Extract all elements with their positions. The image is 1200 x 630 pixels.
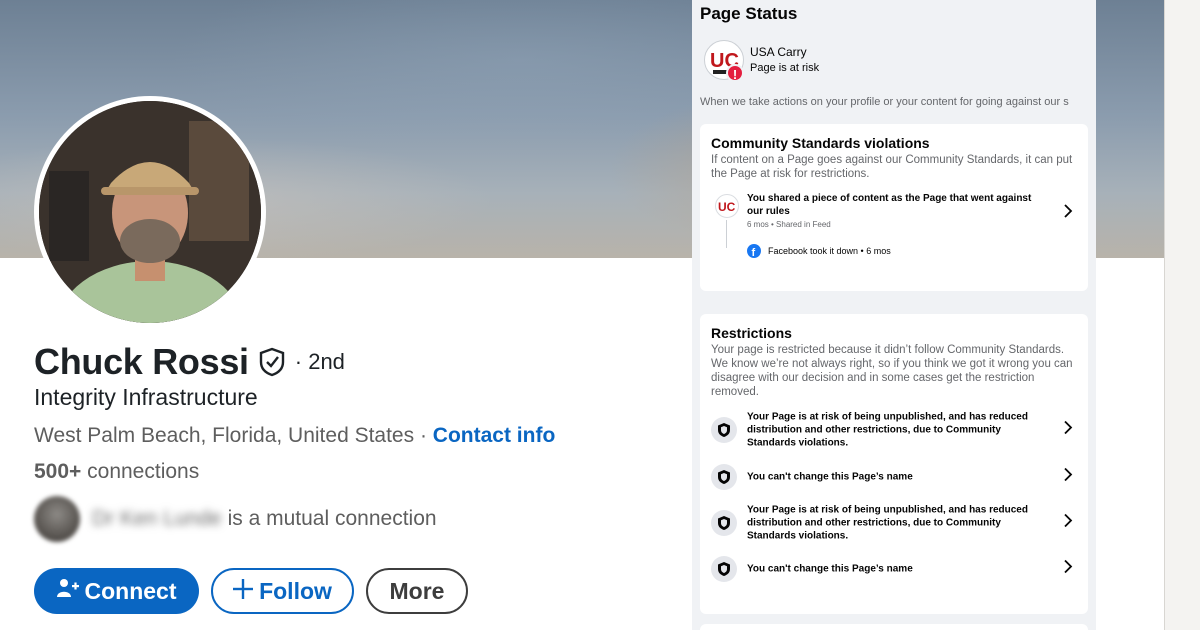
restrictions-title: Restrictions (711, 325, 792, 341)
next-card (700, 624, 1088, 630)
mutual-connection-text: is a mutual connection (227, 507, 437, 530)
restriction-item[interactable]: Your Page is at risk of being unpublishe… (711, 408, 1081, 452)
page-status-panel: Page Status UC ! USA Carry Page is at ri… (692, 0, 1096, 630)
mutual-connection-row[interactable]: Dr Ken Lunde is a mutual connection (34, 496, 437, 542)
connect-label: Connect (84, 577, 177, 604)
facebook-logo-icon: f (747, 244, 761, 259)
violations-title: Community Standards violations (711, 135, 930, 151)
contact-info-link[interactable]: Contact info (433, 424, 555, 447)
restrictions-card: Restrictions Your page is restricted bec… (700, 314, 1088, 614)
more-label: More (389, 577, 445, 604)
follow-button[interactable]: Follow (211, 568, 354, 614)
more-button[interactable]: More (366, 568, 468, 614)
shield-icon (711, 417, 737, 443)
profile-location: West Palm Beach, Florida, United States (34, 424, 415, 447)
plus-icon (233, 578, 254, 605)
restriction-text: Your Page is at risk of being unpublishe… (747, 411, 1028, 449)
svg-text:f: f (752, 247, 756, 258)
connect-button[interactable]: Connect (34, 568, 199, 614)
connections-count[interactable]: 500+ connections (34, 460, 199, 484)
svg-text:UC: UC (718, 200, 736, 214)
chevron-right-icon[interactable] (1063, 559, 1073, 580)
chevron-right-icon[interactable] (1063, 513, 1073, 534)
exclamation-icon: ! (726, 64, 744, 82)
chevron-right-icon[interactable] (1063, 203, 1073, 224)
follow-label: Follow (259, 577, 332, 604)
connection-degree: · 2nd (294, 349, 345, 374)
background-gap (1096, 258, 1164, 630)
restriction-text: You can't change this Page’s name (747, 471, 913, 483)
window-edge-strip (1164, 0, 1200, 630)
page-state: Page is at risk (750, 62, 820, 74)
restrictions-description: Your page is restricted because it didn’… (711, 344, 1073, 398)
shield-icon (711, 556, 737, 582)
connections-label: connections (81, 460, 200, 483)
profile-photo (39, 101, 261, 323)
chevron-right-icon[interactable] (1063, 420, 1073, 441)
violation-item-text[interactable]: You shared a piece of content as the Pag… (747, 192, 1047, 218)
takedown-text: Facebook took it down • 6 mos (768, 246, 891, 256)
violation-page-logo: UC (715, 194, 739, 218)
shield-check-icon[interactable] (259, 347, 285, 377)
profile-name: Chuck Rossi (34, 341, 249, 382)
restriction-item[interactable]: You can't change this Page’s name (711, 547, 1081, 591)
violations-description: If content on a Page goes against our Co… (711, 154, 1073, 180)
page-name: USA Carry (750, 45, 807, 59)
profile-avatar[interactable] (34, 96, 266, 328)
chevron-right-icon[interactable] (1063, 467, 1073, 488)
location-row: West Palm Beach, Florida, United States … (34, 424, 555, 448)
violations-card: Community Standards violations If conten… (700, 124, 1088, 291)
timeline-connector (726, 220, 727, 248)
mutual-connection-avatar (34, 496, 80, 542)
restriction-item[interactable]: You can't change this Page’s name (711, 455, 1081, 499)
profile-name-row: Chuck Rossi · 2nd (34, 340, 345, 384)
page-status-title: Page Status (700, 4, 798, 23)
shield-icon (711, 464, 737, 490)
profile-headline: Integrity Infrastructure (34, 384, 258, 410)
page-status-intro: When we take actions on your profile or … (700, 96, 1069, 108)
violation-item-meta: 6 mos • Shared in Feed (747, 220, 831, 229)
restriction-text: You can't change this Page’s name (747, 563, 913, 575)
connections-number: 500+ (34, 460, 82, 483)
restriction-text: Your Page is at risk of being unpublishe… (747, 504, 1028, 542)
add-person-icon (56, 577, 79, 605)
restriction-item[interactable]: Your Page is at risk of being unpublishe… (711, 501, 1081, 545)
shield-icon (711, 510, 737, 536)
mutual-connection-name: Dr Ken Lunde (92, 507, 222, 530)
location-separator: · (414, 424, 433, 447)
